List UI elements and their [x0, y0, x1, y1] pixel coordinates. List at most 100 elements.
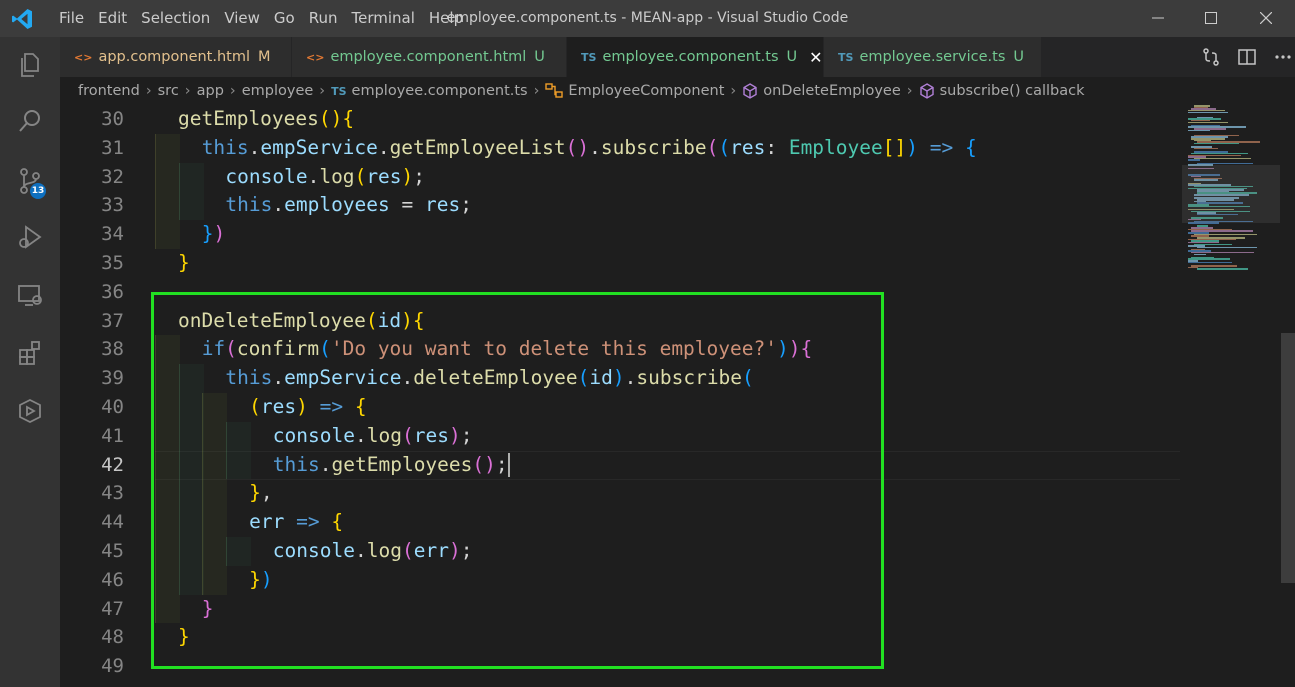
line-number: 46 [101, 568, 124, 591]
menu-edit[interactable]: Edit [91, 0, 134, 37]
line-number: 31 [101, 136, 124, 159]
source-control-badge: 13 [30, 183, 46, 199]
chevron-right-icon: › [319, 83, 326, 99]
menu-terminal[interactable]: Terminal [345, 0, 422, 37]
chevron-right-icon: › [906, 83, 913, 99]
editor-actions [1193, 37, 1295, 77]
line-number: 42 [101, 453, 124, 476]
indent-guide [155, 133, 180, 163]
tab-status: M [258, 49, 271, 65]
minimize-icon [1152, 17, 1164, 19]
minimap-line [1188, 261, 1232, 264]
minimap-line [1188, 121, 1228, 123]
close-icon [1259, 11, 1273, 25]
indent-guide [155, 220, 180, 249]
chevron-right-icon: › [229, 83, 236, 99]
search-icon [19, 110, 40, 132]
method-icon [743, 83, 757, 99]
menu-run[interactable]: Run [302, 0, 345, 37]
menu-help[interactable]: Help [422, 0, 470, 37]
ts-file-icon: TS [838, 50, 854, 64]
tab-app-component-html[interactable]: <> app.component.html M [60, 37, 292, 77]
line-number: 48 [101, 626, 124, 649]
menu-view[interactable]: View [217, 0, 267, 37]
breadcrumb-item[interactable]: employee.component.ts [352, 83, 528, 99]
line-number: 34 [101, 223, 124, 246]
activity-search[interactable] [0, 97, 60, 145]
minimap-line [1197, 246, 1257, 249]
breadcrumb-item[interactable]: onDeleteEmployee [763, 83, 901, 99]
breadcrumb-item[interactable]: app [197, 83, 224, 99]
close-window-button[interactable] [1243, 0, 1289, 37]
line-number: 38 [101, 338, 124, 361]
line-number: 40 [101, 396, 124, 418]
menu-selection[interactable]: Selection [134, 0, 217, 37]
minimap-line [1194, 253, 1206, 255]
code-text: } [178, 251, 190, 274]
chevron-right-icon: › [533, 83, 540, 99]
menu-go[interactable]: Go [267, 0, 302, 37]
breadcrumb-item[interactable]: subscribe() callback [940, 83, 1085, 99]
extensions-icon [19, 341, 40, 365]
method-icon [919, 83, 934, 99]
activity-remote-explorer[interactable] [0, 271, 60, 319]
run-debug-icon [19, 225, 42, 249]
split-editor-icon[interactable] [1237, 47, 1257, 67]
minimap-line [1188, 129, 1210, 132]
menu-file[interactable]: File [52, 0, 91, 37]
code-line[interactable]: 34}) [60, 220, 1180, 249]
remote-explorer-icon [18, 285, 42, 306]
code-line[interactable]: 31 this.empService.getEmployeeList().subs… [60, 133, 1180, 163]
breadcrumb-item[interactable]: EmployeeComponent [568, 83, 724, 99]
tab-employee-component-html[interactable]: <> employee.component.html U [292, 37, 567, 77]
maximize-icon [1205, 12, 1217, 24]
line-number: 35 [101, 252, 124, 274]
code-line[interactable]: 30 getEmployees(){ [60, 105, 1180, 134]
class-icon [545, 83, 564, 98]
code-text: getEmployees(){ [178, 107, 355, 130]
angular-icon [19, 398, 41, 424]
minimap-line [1188, 111, 1228, 114]
activity-bar: 13 [0, 37, 60, 687]
code-line[interactable]: 33 this.employees = res; [60, 191, 1180, 221]
breadcrumb-item[interactable]: src [158, 83, 179, 99]
html-file-icon: <> [74, 50, 93, 64]
open-changes-icon[interactable] [1201, 47, 1221, 67]
activity-extensions[interactable] [0, 329, 60, 377]
minimap-line [1188, 159, 1200, 161]
line-number: 44 [101, 511, 124, 534]
line-number: 43 [101, 482, 124, 505]
maximize-button[interactable] [1188, 0, 1234, 37]
tab-close-icon[interactable]: ✕ [809, 48, 822, 67]
minimize-button[interactable] [1135, 0, 1181, 37]
line-number: 41 [101, 424, 124, 447]
breadcrumb-item[interactable]: employee [242, 83, 314, 99]
line-number: 39 [101, 367, 124, 390]
scrollbar-thumb[interactable] [1281, 333, 1295, 583]
code-line[interactable]: 32 console.log(res); [60, 162, 1180, 192]
vscode-logo-icon[interactable] [10, 7, 34, 31]
breadcrumb-item[interactable]: frontend [78, 83, 140, 99]
tab-status: U [534, 49, 545, 65]
highlight-box [151, 292, 884, 669]
code-text: }) [201, 222, 226, 246]
activity-run-debug[interactable] [0, 213, 60, 261]
activity-angular[interactable] [0, 387, 60, 435]
minimap-line [1194, 147, 1218, 150]
title-bar: File Edit Selection View Go Run Terminal… [0, 0, 1295, 37]
tab-employee-service-ts[interactable]: TS employee.service.ts U [824, 37, 1042, 77]
ts-file-icon: TS [581, 50, 597, 64]
activity-source-control[interactable]: 13 [0, 157, 60, 205]
chevron-right-icon: › [145, 83, 152, 99]
tab-employee-component-ts[interactable]: TS employee.component.ts U ✕ [567, 37, 824, 77]
chevron-right-icon: › [184, 83, 191, 99]
chevron-right-icon: › [730, 83, 737, 99]
indent-guide [178, 162, 204, 192]
minimap-slider[interactable] [1182, 165, 1280, 223]
more-actions-icon[interactable] [1273, 47, 1293, 67]
line-number: 49 [101, 655, 124, 678]
code-line[interactable]: 35} [60, 249, 1180, 278]
minimap-line [1194, 142, 1239, 145]
line-number: 33 [101, 194, 124, 217]
activity-explorer[interactable] [0, 41, 60, 89]
